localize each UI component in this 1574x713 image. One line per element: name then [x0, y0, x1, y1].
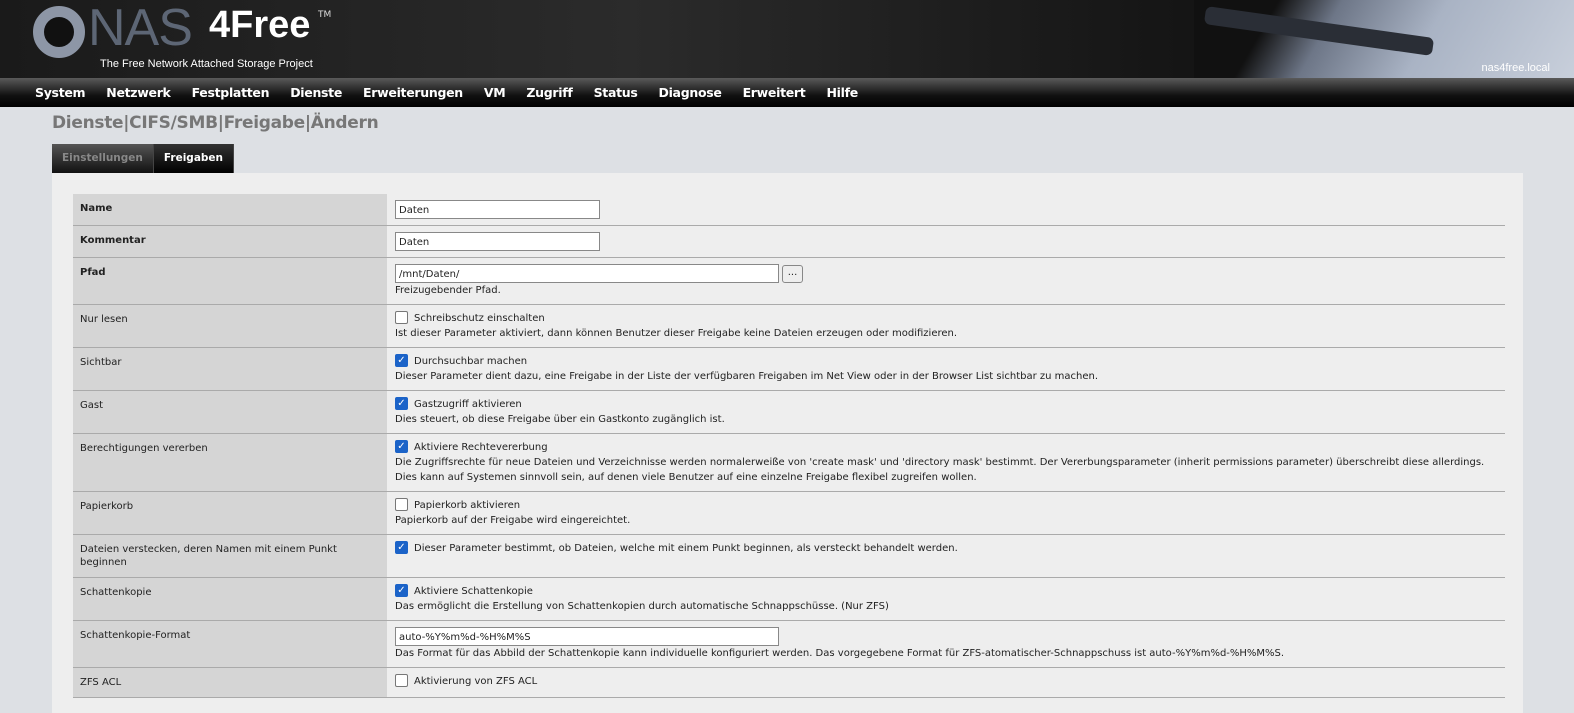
checkbox-label[interactable]: Durchsuchbar machen: [414, 356, 527, 367]
nav-item-netzwerk[interactable]: Netzwerk: [106, 85, 171, 100]
nav-item-diagnose[interactable]: Diagnose: [659, 85, 722, 100]
form-row: Name Daten: [73, 194, 1505, 226]
form-row: Pfad/mnt/Daten/... Freizugebender Pfad.: [73, 258, 1505, 305]
checkbox[interactable]: [395, 310, 408, 324]
nav-item-dienste[interactable]: Dienste: [290, 85, 342, 100]
hostname: nas4free.local: [1481, 62, 1551, 74]
breadcrumb: Dienste|CIFS/SMB|Freigabe|Ändern: [52, 113, 379, 133]
field-value: /mnt/Daten/... Freizugebender Pfad.: [387, 258, 1505, 304]
checkbox[interactable]: ✓: [395, 353, 408, 367]
checkbox[interactable]: ✓: [395, 396, 408, 410]
form-row: Schattenkopie-Format auto-%Y%m%d-%H%M%S Da…: [73, 621, 1505, 668]
field-value: ✓ Durchsuchbar machen Dieser Parameter die…: [387, 348, 1505, 390]
field-label: Dateien verstecken, deren Namen mit eine…: [73, 535, 387, 577]
form-row: Gast ✓ Gastzugriff aktivieren Dies steuert,…: [73, 391, 1505, 434]
field-value: Papierkorb aktivieren Papierkorb auf der …: [387, 492, 1505, 534]
logo-icon: [33, 6, 85, 58]
field-label: Kommentar: [73, 226, 387, 257]
content-panel: Name Daten Kommentar Daten Pfad/mnt/Daten/..…: [52, 173, 1523, 713]
checkbox[interactable]: ✓: [395, 540, 408, 554]
checkbox-label[interactable]: Aktivierung von ZFS ACL: [414, 676, 537, 687]
field-description: Freizugebender Pfad.: [395, 285, 501, 296]
field-value: Aktivierung von ZFS ACL: [387, 668, 1505, 697]
field-description: Das Format für das Abbild der Schattenko…: [395, 648, 1285, 659]
text-input[interactable]: auto-%Y%m%d-%H%M%S: [395, 627, 779, 646]
field-label: Gast: [73, 391, 387, 433]
nav-item-festplatten[interactable]: Festplatten: [192, 85, 270, 100]
field-description: Die Zugriffsrechte für neue Dateien und …: [395, 457, 1485, 483]
nav-item-hilfe[interactable]: Hilfe: [826, 85, 858, 100]
form-row: Nur lesen Schreibschutz einschalten Ist di…: [73, 305, 1505, 348]
nav-item-erweitert[interactable]: Erweitert: [743, 85, 806, 100]
logo-free: 4Free: [209, 4, 311, 46]
field-label: Papierkorb: [73, 492, 387, 534]
field-label: Schattenkopie-Format: [73, 621, 387, 667]
form-row: Berechtigungen vererben ✓ Aktiviere Rechte…: [73, 434, 1505, 492]
form-row: Papierkorb Papierkorb aktivieren Papierkor…: [73, 492, 1505, 535]
text-input[interactable]: /mnt/Daten/: [395, 264, 779, 283]
checkbox[interactable]: ✓: [395, 439, 408, 453]
field-label: Sichtbar: [73, 348, 387, 390]
checkbox-label[interactable]: Schreibschutz einschalten: [414, 313, 545, 324]
browse-button[interactable]: ...: [782, 264, 803, 283]
logo-nas: NAS: [88, 0, 193, 57]
form-row: Kommentar Daten: [73, 226, 1505, 258]
form-row: Sichtbar ✓ Durchsuchbar machen Dieser Param…: [73, 348, 1505, 391]
tab-einstellungen[interactable]: Einstellungen: [52, 144, 154, 173]
form-row: Dateien verstecken, deren Namen mit eine…: [73, 535, 1505, 578]
field-description: Das ermöglicht die Erstellung von Schatt…: [395, 601, 889, 612]
field-value: Schreibschutz einschalten Ist dieser Para…: [387, 305, 1505, 347]
nav-item-erweiterungen[interactable]: Erweiterungen: [363, 85, 463, 100]
field-label: ZFS ACL: [73, 668, 387, 697]
share-settings-table: Name Daten Kommentar Daten Pfad/mnt/Daten/..…: [73, 194, 1505, 698]
checkbox[interactable]: ✓: [395, 583, 408, 597]
tagline: The Free Network Attached Storage Projec…: [100, 58, 313, 70]
field-label: Schattenkopie: [73, 578, 387, 620]
field-value: ✓ Gastzugriff aktivieren Dies steuert, ob …: [387, 391, 1505, 433]
field-value: ✓ Dieser Parameter bestimmt, ob Dateien, …: [387, 535, 1505, 577]
field-label: Nur lesen: [73, 305, 387, 347]
text-input[interactable]: Daten: [395, 232, 600, 251]
checkbox-label[interactable]: Dieser Parameter bestimmt, ob Dateien, w…: [414, 543, 958, 554]
nav-item-vm[interactable]: VM: [484, 85, 506, 100]
field-description: Papierkorb auf der Freigabe wird eingere…: [395, 515, 631, 526]
nav-item-system[interactable]: System: [35, 85, 86, 100]
field-value: auto-%Y%m%d-%H%M%S Das Format für das Abb…: [387, 621, 1505, 667]
field-label: Berechtigungen vererben: [73, 434, 387, 491]
field-value: Daten: [387, 194, 1505, 225]
checkbox-label[interactable]: Aktiviere Schattenkopie: [414, 586, 533, 597]
form-row: ZFS ACL Aktivierung von ZFS ACL: [73, 668, 1505, 698]
field-value: ✓ Aktiviere Schattenkopie Das ermöglicht d…: [387, 578, 1505, 620]
field-description: Dieser Parameter dient dazu, eine Freiga…: [395, 371, 1099, 382]
field-value: Daten: [387, 226, 1505, 257]
tab-freigaben[interactable]: Freigaben: [153, 144, 235, 173]
checkbox[interactable]: [395, 673, 408, 687]
main-nav: System Netzwerk Festplatten Dienste Erweiter…: [0, 78, 1574, 107]
field-description: Ist dieser Parameter aktiviert, dann kön…: [395, 328, 958, 339]
checkbox-label[interactable]: Aktiviere Rechtevererbung: [414, 442, 548, 453]
nav-item-status[interactable]: Status: [594, 85, 638, 100]
tab-bar: Einstellungen Freigaben: [52, 144, 235, 173]
field-label: Name: [73, 194, 387, 225]
header-banner: NAS 4Free TM The Free Network Attached S…: [0, 0, 1574, 78]
field-label: Pfad: [73, 258, 387, 304]
text-input[interactable]: Daten: [395, 200, 600, 219]
nav-item-zugriff[interactable]: Zugriff: [526, 85, 572, 100]
field-value: ✓ Aktiviere Rechtevererbung Die Zugriffsre…: [387, 434, 1505, 491]
checkbox[interactable]: [395, 497, 408, 511]
logo-tm: TM: [318, 10, 332, 20]
checkbox-label[interactable]: Gastzugriff aktivieren: [414, 399, 522, 410]
form-row: Schattenkopie ✓ Aktiviere Schattenkopie Das…: [73, 578, 1505, 621]
checkbox-label[interactable]: Papierkorb aktivieren: [414, 500, 520, 511]
field-description: Dies steuert, ob diese Freigabe über ein…: [395, 414, 725, 425]
